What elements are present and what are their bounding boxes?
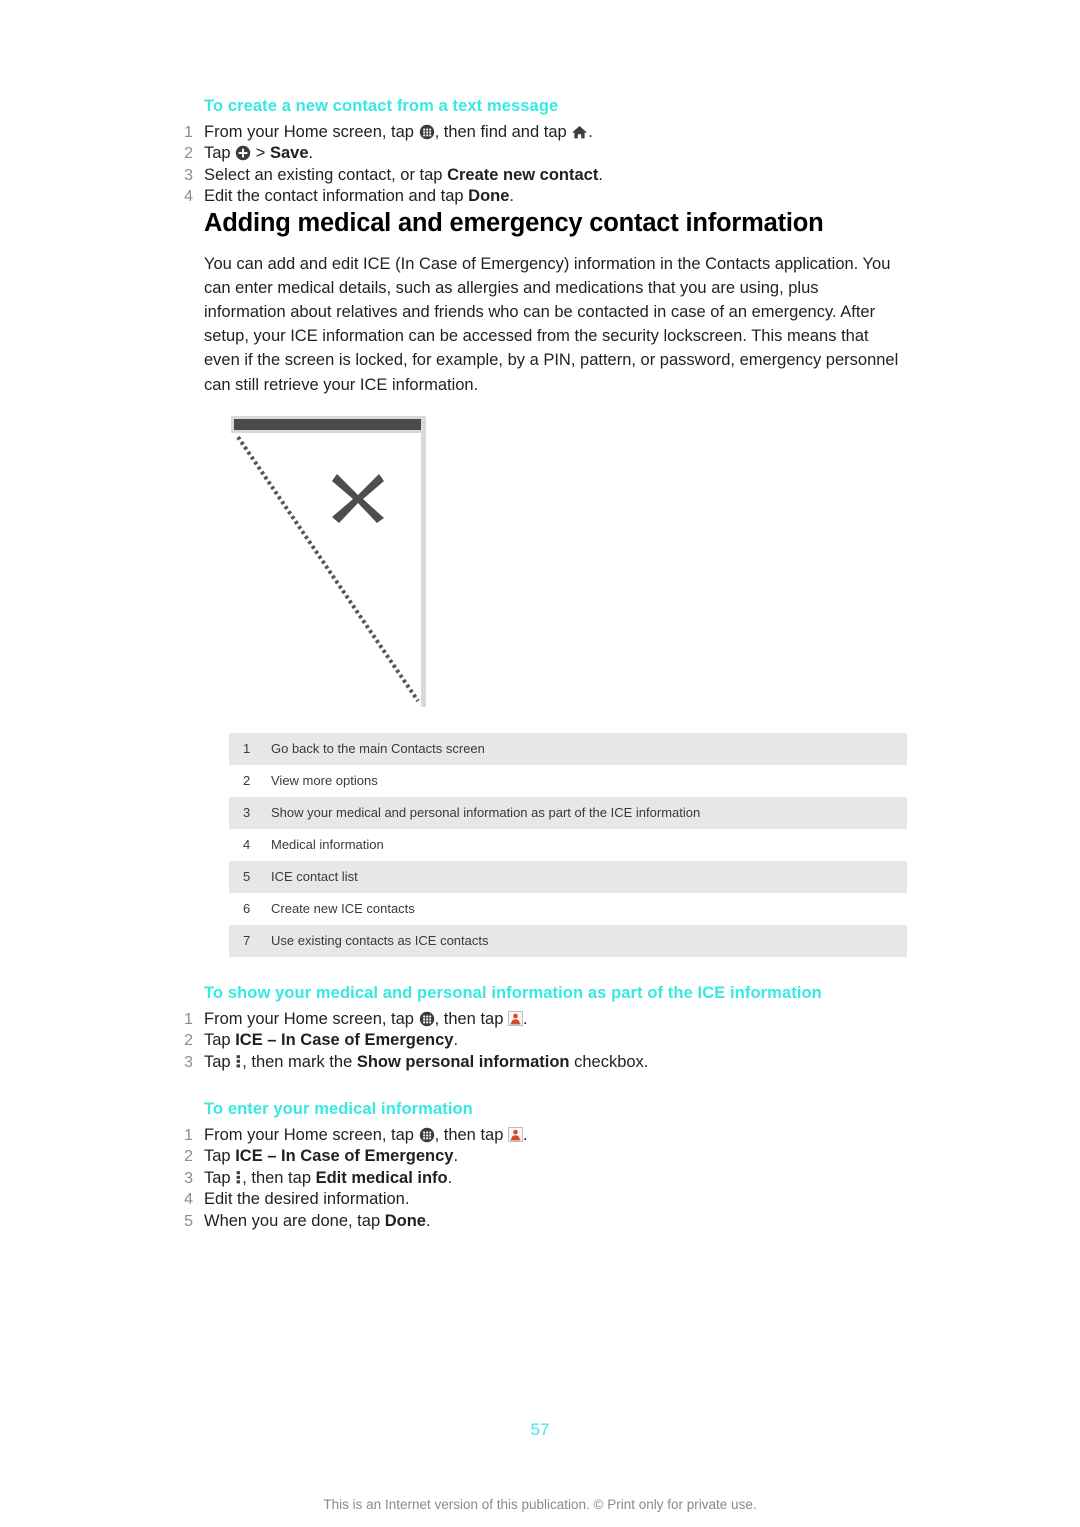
placeholder-right-edge — [421, 416, 426, 707]
step-number: 2 — [184, 1148, 193, 1166]
step-list-enter-medical-info: 1 From your Home screen, tap , then tap .… — [175, 1125, 905, 1232]
document-page: To create a new contact from a text mess… — [0, 0, 1080, 1527]
table-row: 1 Go back to the main Contacts screen — [229, 732, 907, 765]
step-text: From your Home screen, tap , then tap . — [204, 1126, 528, 1145]
step-number: 5 — [184, 1212, 193, 1230]
figure-legend-body: 1 Go back to the main Contacts screen 2 Vie… — [229, 732, 907, 957]
step-item: 2 Tap ICE – In Case of Emergency. — [175, 1146, 905, 1167]
legend-description: Go back to the main Contacts screen — [271, 740, 485, 756]
step-text: Tap , then tap Edit medical info. — [204, 1168, 453, 1187]
contacts-icon — [507, 1127, 523, 1143]
step-number: 1 — [184, 1127, 193, 1145]
step-item: 4 Edit the desired information. — [175, 1189, 905, 1210]
step-text: Edit the contact information and tap Don… — [204, 187, 515, 206]
app-drawer-icon — [419, 1127, 435, 1143]
emphasis-text: Edit medical info — [315, 1168, 448, 1187]
step-text: Select an existing contact, or tap Creat… — [204, 165, 603, 184]
legend-index: 5 — [243, 868, 251, 884]
overflow-menu-icon — [235, 1054, 242, 1069]
step-text: From your Home screen, tap , then find a… — [204, 123, 593, 141]
emphasis-text: Create new contact — [447, 165, 599, 184]
step-text: From your Home screen, tap , then tap . — [204, 1009, 528, 1028]
legend-index: 2 — [243, 772, 251, 788]
step-item: 2 Tap > Save. — [175, 143, 905, 164]
legend-index: 4 — [243, 836, 251, 852]
step-item: 4 Edit the contact information and tap Do… — [175, 186, 905, 207]
table-row: 7 Use existing contacts as ICE contacts — [229, 924, 907, 957]
step-item: 5 When you are done, tap Done. — [175, 1211, 905, 1232]
step-text: Tap ICE – In Case of Emergency. — [204, 1031, 459, 1050]
legend-description: Use existing contacts as ICE contacts — [271, 932, 489, 948]
table-row: 2 View more options — [229, 765, 907, 797]
emphasis-text: Save — [270, 144, 309, 163]
legend-index: 3 — [243, 804, 251, 820]
step-number: 1 — [184, 1010, 193, 1028]
step-item: 1 From your Home screen, tap , then tap . — [175, 1125, 905, 1146]
emphasis-text: Show personal information — [356, 1052, 570, 1071]
emphasis-text: Done — [468, 187, 510, 206]
step-list-show-medical-info: 1 From your Home screen, tap , then tap .… — [175, 1009, 905, 1073]
placeholder-frame — [230, 417, 426, 707]
content-column: To create a new contact from a text mess… — [175, 96, 907, 1232]
home-icon — [571, 124, 588, 140]
step-number: 2 — [184, 1032, 193, 1050]
step-number: 1 — [184, 124, 193, 141]
section-heading-enter-medical-info: To enter your medical information — [204, 1100, 473, 1119]
section-heading-create-contact-from-sms: To create a new contact from a text mess… — [204, 97, 559, 115]
step-text: Tap > Save. — [204, 144, 314, 163]
figure-legend-table: 1 Go back to the main Contacts screen 2 Vie… — [229, 732, 907, 957]
step-item: 3 Select an existing contact, or tap Crea… — [175, 165, 905, 186]
legend-index: 1 — [243, 740, 251, 756]
step-number: 4 — [184, 1191, 193, 1209]
intro-paragraph: You can add and edit ICE (In Case of Eme… — [204, 254, 899, 394]
step-item: 1 From your Home screen, tap , then find … — [175, 122, 905, 143]
emphasis-text: Done — [384, 1211, 426, 1230]
table-row: 5 ICE contact list — [229, 860, 907, 893]
section-heading-show-medical-info: To show your medical and personal inform… — [204, 983, 822, 1002]
legend-description: View more options — [271, 772, 378, 788]
step-text: When you are done, tap Done. — [204, 1211, 431, 1230]
step-number: 4 — [184, 188, 193, 206]
app-drawer-icon — [419, 124, 435, 140]
step-item: 1 From your Home screen, tap , then tap . — [175, 1009, 905, 1030]
table-row: 6 Create new ICE contacts — [229, 893, 907, 925]
placeholder-top-bar — [234, 418, 422, 430]
legend-description: Medical information — [271, 836, 384, 852]
contacts-icon — [507, 1010, 523, 1026]
overflow-menu-icon — [235, 1170, 242, 1185]
footer-note: This is an Internet version of this publ… — [323, 1497, 757, 1512]
plus-circle-icon — [235, 145, 251, 161]
step-text: Edit the desired information. — [204, 1190, 410, 1209]
app-drawer-icon — [419, 1011, 435, 1027]
step-number: 2 — [184, 145, 193, 163]
table-row: 3 Show your medical and personal informat… — [229, 796, 907, 829]
legend-index: 7 — [243, 932, 251, 948]
broken-image-x-icon — [330, 469, 386, 525]
step-item: 3 Tap , then tap Edit medical info. — [175, 1168, 905, 1189]
legend-description: Create new ICE contacts — [271, 900, 415, 916]
step-item: 2 Tap ICE – In Case of Emergency. — [175, 1030, 905, 1051]
step-list-create-contact-from-sms: 1 From your Home screen, tap , then find … — [175, 122, 905, 208]
step-item: 3 Tap , then mark the Show personal infor… — [175, 1052, 905, 1073]
legend-description: Show your medical and personal informati… — [271, 804, 701, 820]
step-text: Tap , then mark the Show personal inform… — [204, 1052, 649, 1071]
emphasis-text: ICE – In Case of Emergency — [235, 1031, 454, 1050]
legend-description: ICE contact list — [271, 868, 358, 884]
emphasis-text: ICE – In Case of Emergency — [235, 1147, 454, 1166]
page-number: 57 — [530, 1420, 550, 1439]
step-number: 3 — [184, 1053, 193, 1071]
step-number: 3 — [184, 166, 193, 184]
step-number: 3 — [184, 1169, 193, 1187]
step-text: Tap ICE – In Case of Emergency. — [204, 1147, 459, 1166]
legend-index: 6 — [243, 900, 251, 916]
page-title: Adding medical and emergency contact inf… — [204, 208, 824, 237]
table-row: 4 Medical information — [229, 829, 907, 861]
broken-image-placeholder — [230, 416, 426, 707]
